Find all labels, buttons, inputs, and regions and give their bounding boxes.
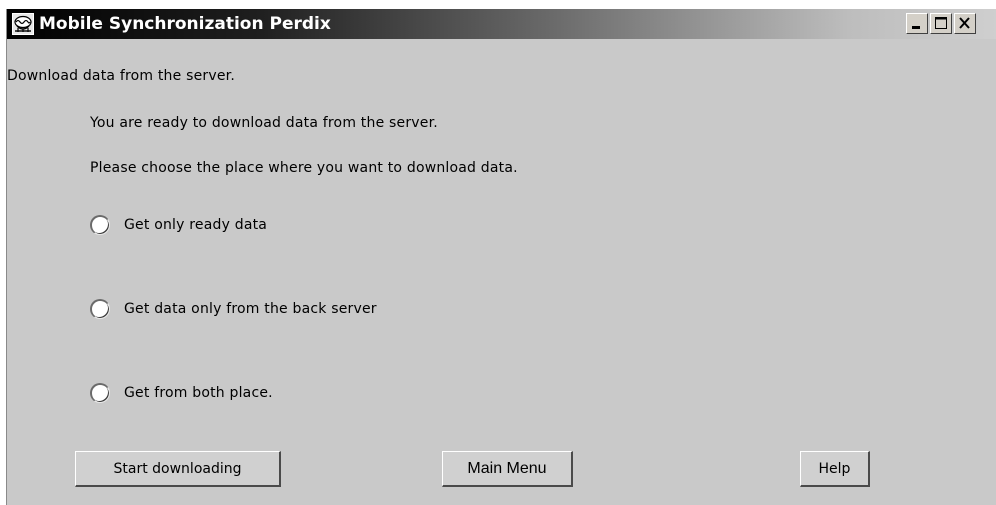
choose-place-text: Please choose the place where you want t… — [90, 160, 518, 176]
radio-label: Get from both place. — [124, 385, 273, 401]
window-title: Mobile Synchronization Perdix — [39, 14, 331, 34]
app-menu-icon[interactable] — [12, 13, 34, 35]
start-downloading-button[interactable]: Start downloading — [75, 451, 281, 487]
maximize-button[interactable] — [930, 13, 952, 34]
main-menu-button[interactable]: Main Menu — [442, 451, 573, 487]
radio-label: Get only ready data — [124, 217, 268, 233]
ready-info-text: You are ready to download data from the … — [90, 115, 438, 131]
radio-label: Get data only from the back server — [124, 301, 377, 317]
help-button[interactable]: Help — [800, 451, 870, 487]
main-window: Mobile Synchronization Perdix Download d… — [6, 9, 996, 505]
minimize-button[interactable] — [906, 13, 928, 34]
section-title: Download data from the server. — [7, 68, 235, 84]
radio-get-data-from-back-server[interactable]: Get data only from the back server — [90, 297, 377, 321]
radio-get-only-ready-data[interactable]: Get only ready data — [90, 213, 267, 237]
title-bar[interactable]: Mobile Synchronization Perdix — [7, 9, 996, 39]
close-button[interactable] — [954, 13, 976, 34]
radio-button[interactable] — [90, 299, 110, 319]
radio-button[interactable] — [90, 383, 110, 403]
radio-get-from-both-place[interactable]: Get from both place. — [90, 381, 273, 405]
radio-button[interactable] — [90, 215, 110, 235]
